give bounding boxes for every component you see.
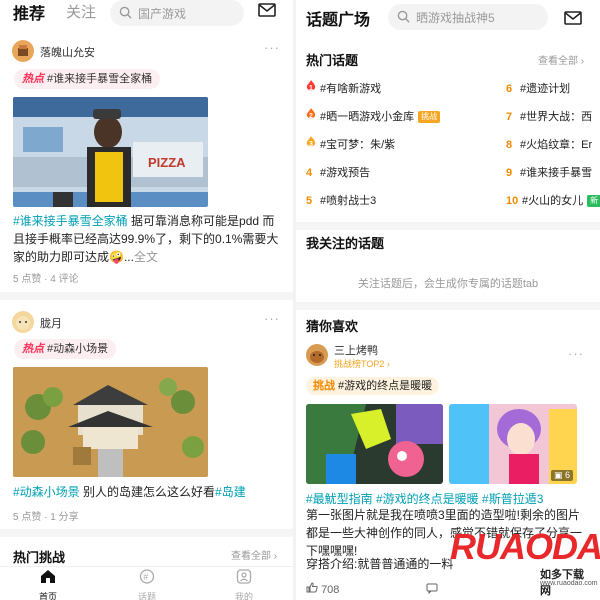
- comment-icon[interactable]: [426, 583, 438, 594]
- svg-text:1: 1: [309, 85, 313, 92]
- hot-topic-tag[interactable]: 热点 #动森小场景: [14, 339, 117, 359]
- challenge-badge: 挑战: [418, 111, 441, 123]
- post-image[interactable]: [306, 404, 443, 484]
- followed-empty-hint: 关注话题后，会生成你专属的话题tab: [357, 278, 539, 290]
- search-placeholder: 晒游戏抽战神5: [416, 11, 495, 25]
- hot-topic-item[interactable]: 7 #世界大战：西: [506, 108, 592, 124]
- nav-home[interactable]: 首页: [28, 569, 68, 600]
- avatar[interactable]: [12, 311, 34, 333]
- images-icon: ▣: [553, 470, 565, 480]
- home-header: 推荐 关注 国产游戏: [0, 0, 293, 28]
- hot-topics-title: 热门话题: [306, 53, 359, 68]
- svg-text:#: #: [143, 572, 148, 582]
- avatar[interactable]: [306, 344, 328, 366]
- more-icon[interactable]: ···: [264, 311, 280, 326]
- search-placeholder: 国产游戏: [138, 7, 187, 21]
- hot-topic-item[interactable]: 10 #火山的女儿新: [506, 192, 600, 208]
- profile-icon: [236, 569, 252, 584]
- post-meta: 5 点赞 · 4 评论: [13, 274, 79, 285]
- tab-recommend[interactable]: 推荐: [13, 0, 45, 24]
- mail-icon[interactable]: [258, 3, 276, 17]
- search-icon: [397, 10, 410, 23]
- fire-icon: 1: [306, 80, 320, 95]
- hot-topic-item[interactable]: 9 #谁来接手暴雪: [506, 164, 592, 180]
- hot-topic-item[interactable]: 1 #有啥新游戏: [306, 80, 381, 96]
- guess-you-like-title: 猜你喜欢: [306, 319, 359, 334]
- see-all-challenges-link[interactable]: 查看全部 ›: [231, 547, 277, 562]
- topic-square-pane: 话题广场 晒游戏抽战神5 热门话题 查看全部 › 1 #有啥新游戏 2 #晒一晒…: [296, 0, 600, 600]
- post-author[interactable]: 落魄山允安: [40, 44, 95, 60]
- hot-topic-tag[interactable]: 热点 #谁来接手暴雪全家桶: [14, 69, 161, 89]
- hot-topic-item[interactable]: 4 #游戏预告: [306, 164, 370, 180]
- post-meta: 5 点赞 · 1 分享: [13, 512, 79, 523]
- post-image[interactable]: [13, 367, 208, 477]
- thumbs-up-icon: [306, 582, 318, 593]
- post-author[interactable]: 胧月: [40, 315, 62, 331]
- fire-icon: 3: [306, 136, 320, 151]
- fire-icon: 2: [306, 108, 320, 123]
- search-icon: [119, 6, 132, 19]
- more-icon[interactable]: ···: [568, 346, 584, 361]
- post-text[interactable]: #谁来接手暴雪全家桶 据可靠消息称可能是pdd 而且接手概率已经高达99.9%了…: [13, 212, 283, 266]
- divider: [296, 222, 600, 230]
- post-image[interactable]: PIZZA: [13, 97, 208, 207]
- like-button[interactable]: 708: [306, 582, 339, 596]
- hot-topic-item[interactable]: 2 #晒一晒游戏小金库 挑战: [306, 108, 441, 124]
- page-title: 话题广场: [306, 12, 371, 29]
- divider: [296, 302, 600, 310]
- new-badge: 新: [587, 195, 600, 207]
- pizza-sign: PIZZA: [148, 155, 186, 170]
- challenge-rank-link[interactable]: 挑战榜TOP2 ›: [334, 357, 390, 370]
- hot-challenge-title: 热门挑战: [13, 550, 66, 565]
- post-hashtags[interactable]: #最魷型指南 #游戏的终点是暖暖 #斯普拉遁3: [306, 490, 543, 507]
- hot-topic-item[interactable]: 3 #宝可梦：朱/紫: [306, 136, 395, 152]
- search-input[interactable]: 晒游戏抽战神5: [388, 4, 548, 30]
- followed-topics-title: 我关注的话题: [306, 236, 385, 251]
- divider: [0, 292, 293, 300]
- divider: [0, 529, 293, 537]
- hot-topic-item[interactable]: 6 #遗迹计划: [506, 80, 570, 96]
- hot-topic-item[interactable]: 8 #火焰纹章：Er: [506, 136, 592, 152]
- post-image[interactable]: ▣ 6: [449, 404, 577, 484]
- watermark-logo: RUAODAO 如多下载网 www.ruaodao.com: [450, 526, 600, 597]
- home-feed-pane: 推荐 关注 国产游戏 落魄山允安 ··· 热点#谁来接手暴雪全家桶 PIZZA: [0, 0, 293, 600]
- hot-topic-item[interactable]: 5 #喷射战士3: [306, 192, 376, 208]
- tab-following[interactable]: 关注: [66, 1, 96, 22]
- challenge-tag[interactable]: 挑战 #游戏的终点是暖暖: [306, 377, 440, 395]
- topic-icon: #: [139, 569, 155, 584]
- post-text[interactable]: #动森小场景 别人的岛建怎么这么好看#岛建: [13, 483, 283, 501]
- home-icon: [41, 570, 55, 583]
- svg-text:3: 3: [309, 141, 313, 148]
- see-all-topics-link[interactable]: 查看全部 ›: [538, 52, 584, 67]
- nav-topic[interactable]: # 话题: [127, 569, 167, 600]
- mail-icon[interactable]: [564, 11, 582, 25]
- image-count-badge: ▣ 6: [550, 470, 573, 481]
- search-input[interactable]: 国产游戏: [110, 0, 244, 26]
- nav-profile[interactable]: 我的: [224, 569, 264, 600]
- avatar[interactable]: [12, 40, 34, 62]
- svg-text:2: 2: [309, 113, 313, 120]
- bottom-nav: 首页 # 话题 我的: [0, 566, 293, 600]
- post-text-more[interactable]: 穿搭介绍:就普普通通的一料: [306, 555, 466, 573]
- more-icon[interactable]: ···: [264, 40, 280, 55]
- post-author[interactable]: 三上烤鸭: [334, 342, 378, 358]
